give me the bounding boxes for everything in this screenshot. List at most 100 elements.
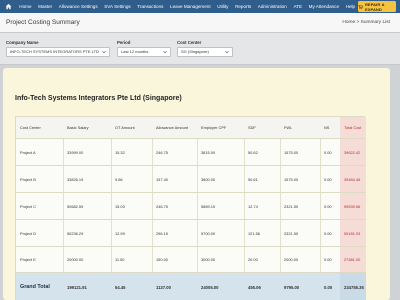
table-header-row: Cost Center Basic Salary OT Amount Allow… [16,117,366,139]
cell-total-cost: 27381.00 [340,247,366,272]
cell-total-cost: 59181.93 [340,220,366,246]
cell-basic-salary: 33999.00 [67,149,84,155]
cell-ns: 0.00 [324,149,332,155]
column-header[interactable]: Basic Salary [63,117,111,138]
cell-sdf: 121.56 [248,230,260,236]
cell-fwl: 2321.50 [284,203,299,209]
table-row[interactable]: Project E 20000.00 11.50 150.00 3000.00 … [16,247,366,273]
page-header: Project Costing Summary Home > Summary L… [0,13,400,33]
nav-sva-settings[interactable]: SVA Settings [101,0,134,13]
company-select-value: INFO-TECH SYSTEMS INTEGRATORS PTE LTD [10,49,99,54]
cell-allowance: 246.75 [156,149,168,155]
cell-cost-center: Project B [20,176,36,182]
cell-employer-cpf: 5700.00 [201,230,216,236]
grand-total-fwl: 9795.00 [284,284,300,290]
chevron-down-icon [163,50,167,54]
table-row[interactable]: Project B 33826.19 9.66 197.40 3800.00 5… [16,166,366,193]
cell-total-cost: 39622.42 [340,139,366,165]
nav-ate[interactable]: ATE [290,0,305,13]
cell-cost-center: Project D [20,230,36,236]
cell-employer-cpf: 3815.00 [201,149,216,155]
company-title: Info-Tech Systems Integrators Pte Ltd (S… [15,95,182,102]
cell-fwl: 1575.00 [284,176,299,182]
grand-total-row: Grand Total 199121.91 54.45 1137.00 2400… [16,273,366,300]
brand-logo-button[interactable]: REPAIR & EXPAND [358,1,396,12]
nav-administration[interactable]: Administration [254,0,290,13]
cost-center-label: Cost Center [177,40,202,45]
column-header[interactable]: Allowance Amount [152,117,197,138]
cost-summary-table: Cost Center Basic Salary OT Amount Allow… [15,116,366,300]
filter-bar: Company Name INFO-TECH SYSTEMS INTEGRATO… [0,33,400,65]
column-header[interactable]: OT Amount [111,117,152,138]
nav-transactions[interactable]: Transactions [134,0,167,13]
cell-ns: 0.00 [324,257,332,262]
nav-my-attendance[interactable]: My Attendance [305,0,342,13]
column-header[interactable]: Employer CPF [197,117,244,138]
report-card: Info-Tech Systems Integrators Pte Ltd (S… [3,68,390,300]
nav-help[interactable]: Help [342,0,358,13]
period-label: Period [117,40,131,45]
logo-text: REPAIR & EXPAND [364,1,385,12]
home-icon[interactable] [0,0,16,13]
nav-utility[interactable]: Utility [214,0,232,13]
page-title: Project Costing Summary [6,19,80,26]
period-select[interactable]: Last 12 months [117,47,171,57]
cell-basic-salary: 50236.29 [67,230,84,236]
column-header[interactable]: Cost Center [16,117,63,138]
cell-cost-center: Project E [20,257,36,262]
column-header[interactable]: SDF [244,117,280,138]
table-row[interactable]: Project D 50236.29 12.99 296.15 5700.00 … [16,220,366,247]
column-header-total-cost[interactable]: Total Cost [340,117,366,138]
grand-total-basic-salary: 199121.91 [67,284,87,290]
cell-cost-center: Project A [20,149,36,155]
nav-reports[interactable]: Reports [232,0,255,13]
cell-allowance: 197.40 [156,176,168,182]
cell-total-cost: 39484.46 [340,166,366,192]
cell-sdf: 50.62 [248,149,258,155]
cost-center-filter: Cost Center SG (Singapore) [177,40,233,57]
cost-center-select-value: SG (Singapore) [181,49,209,54]
cell-employer-cpf: 3000.00 [201,257,216,262]
cell-ns: 0.00 [324,230,332,236]
cell-allowance: 246.75 [156,203,168,209]
period-select-value: Last 12 months [121,49,149,54]
grand-total-cost: 234755.35 [340,273,366,300]
cell-ns: 0.00 [324,176,332,182]
cart-icon [358,4,363,9]
company-select[interactable]: INFO-TECH SYSTEMS INTEGRATORS PTE LTD [6,47,110,57]
nav-master[interactable]: Master [35,0,56,13]
grand-total-ns: 0.00 [324,284,333,290]
period-filter: Period Last 12 months [117,40,171,57]
table-row[interactable]: Project C 50682.59 15.03 246.75 5689.15 … [16,193,366,220]
grand-total-employer-cpf: 24005.00 [201,284,219,290]
grand-total-sdf: 455.06 [248,284,261,290]
cell-ot-amount: 15.32 [115,149,125,155]
cell-ns: 0.00 [324,203,332,209]
breadcrumb[interactable]: Home > Summary List [342,20,390,25]
cost-center-select[interactable]: SG (Singapore) [177,47,233,57]
cell-ot-amount: 9.66 [115,176,123,182]
company-filter: Company Name INFO-TECH SYSTEMS INTEGRATO… [6,40,110,57]
nav-allowance-settings[interactable]: Allowance Settings [56,0,101,13]
cell-total-cost: 59539.56 [340,193,366,219]
cell-basic-salary: 20000.00 [67,257,84,262]
column-header[interactable]: NS [320,117,340,138]
column-header[interactable]: FWL [280,117,320,138]
cell-fwl: 2321.50 [284,230,299,236]
cell-basic-salary: 33826.19 [67,176,84,182]
top-navbar: Home Master Allowance Settings SVA Setti… [0,0,400,13]
nav-home[interactable]: Home [16,0,35,13]
chevron-down-icon [225,50,229,54]
cell-sdf: 50.61 [248,176,258,182]
grand-total-allowance: 1137.00 [156,284,171,290]
grand-total-label: Grand Total [20,284,50,290]
cell-ot-amount: 15.03 [115,203,125,209]
cell-fwl: 1575.00 [284,149,299,155]
company-label: Company Name [6,40,39,45]
cell-employer-cpf: 3800.00 [201,176,216,182]
cell-fwl: 2000.00 [284,257,299,262]
cell-allowance: 296.15 [156,230,168,236]
nav-leave-management[interactable]: Leave Management [167,0,214,13]
cell-allowance: 150.00 [156,257,168,262]
table-row[interactable]: Project A 33999.00 15.32 246.75 3815.00 … [16,139,366,166]
